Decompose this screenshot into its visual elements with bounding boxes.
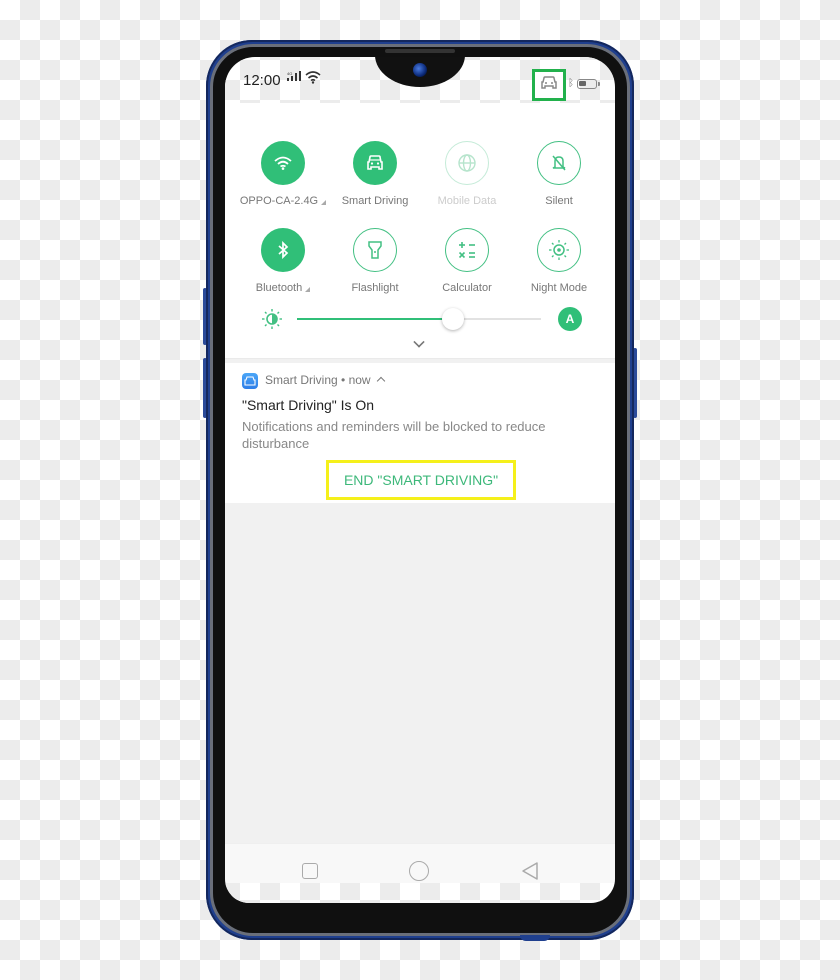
navigation-bar [225,843,615,883]
notification-time: now [348,373,371,387]
bluetooth-icon [261,228,305,272]
tile-flashlight-label: Flashlight [351,282,399,294]
notification-app-name: Smart Driving [265,373,338,387]
calculator-icon [445,228,489,272]
tile-calculator-label: Calculator [442,282,492,294]
notification-body: Notifications and reminders will be bloc… [242,419,546,451]
status-bar: 12:00 4G ᛒ [225,57,615,103]
home-button[interactable] [409,861,429,881]
wifi-icon [261,141,305,185]
night-mode-icon [537,228,581,272]
notification-separator: • [341,373,346,387]
car-icon [353,141,397,185]
smart-driving-app-icon [242,373,258,389]
auto-brightness-button[interactable]: A [558,307,582,331]
tile-calculator[interactable]: Calculator [421,228,513,294]
expand-indicator-icon [305,287,311,292]
expand-chevron-icon[interactable] [413,336,425,348]
tile-wifi[interactable]: OPPO-CA-2.4G [237,141,329,207]
wifi-status-icon [305,71,321,89]
battery-icon [577,79,600,89]
network-type-label: 4G [287,71,292,76]
tile-night-mode-label: Night Mode [530,282,588,294]
end-smart-driving-button[interactable]: END "SMART DRIVING" [326,460,516,500]
tile-bluetooth-label: Bluetooth [255,282,303,294]
tile-smart-driving-label: Smart Driving [341,195,409,207]
tile-bluetooth[interactable]: Bluetooth [237,228,329,294]
brightness-slider-fill [297,318,454,320]
recents-button[interactable] [302,863,318,879]
phone-screen: 12:00 4G ᛒ OPPO-CA-2.4G Smart Driving Mo… [225,57,615,903]
screen-bottom-transparent [225,883,615,903]
status-time: 12:00 [243,72,281,89]
bluetooth-status-icon: ᛒ [568,78,574,89]
globe-icon [445,141,489,185]
tile-wifi-label: OPPO-CA-2.4G [239,195,319,207]
front-camera [413,63,427,77]
expand-indicator-icon [321,200,327,205]
signal-icon: 4G [287,71,303,86]
flashlight-icon [353,228,397,272]
brightness-slider-thumb[interactable] [442,308,465,330]
tile-silent[interactable]: Silent [513,141,605,207]
earpiece-speaker [385,49,455,53]
back-triangle-icon [522,862,538,880]
tile-mobile-data-label: Mobile Data [437,195,497,207]
notification-title: "Smart Driving" Is On [242,397,375,413]
quick-settings-panel: OPPO-CA-2.4G Smart Driving Mobile Data S… [225,103,615,359]
brightness-icon [261,308,283,335]
phone-port [520,935,550,941]
smart-driving-car-icon [540,75,558,95]
chevron-up-icon[interactable] [376,376,386,386]
notification-header: Smart Driving • now [265,373,386,387]
notification-shade-empty-area [225,503,615,843]
tile-smart-driving[interactable]: Smart Driving [329,141,421,207]
tile-night-mode[interactable]: Night Mode [513,228,605,294]
notification-card[interactable]: Smart Driving • now "Smart Driving" Is O… [225,363,615,503]
smart-driving-status-highlight [532,69,566,101]
brightness-slider[interactable] [297,308,541,330]
bell-off-icon [537,141,581,185]
tile-mobile-data[interactable]: Mobile Data [421,141,513,207]
tile-silent-label: Silent [545,195,573,207]
tile-flashlight[interactable]: Flashlight [329,228,421,294]
camera-notch [375,57,465,87]
